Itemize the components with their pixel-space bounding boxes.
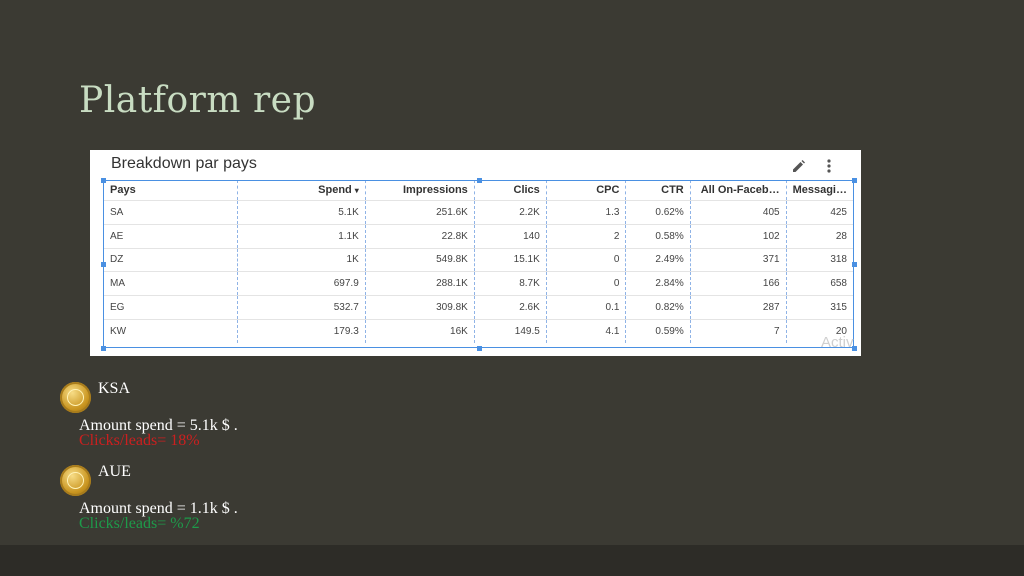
medal-icon [60,465,91,496]
resize-handle[interactable] [852,262,857,267]
note-country-label: KSA [98,380,131,397]
slide-title: Platform rep [79,80,317,121]
report-card[interactable]: Breakdown par pays Pays Spend ▾ Impressio… [90,150,861,356]
note-clicks-leads: Clicks/leads= 18% [79,432,200,449]
report-title: Breakdown par pays [111,155,257,172]
resize-handle[interactable] [101,346,106,351]
note-clicks-leads: Clicks/leads= %72 [79,515,200,532]
edit-pencil-icon[interactable] [789,156,809,176]
selection-frame[interactable] [103,180,854,348]
more-vert-icon[interactable] [819,156,839,176]
resize-handle[interactable] [101,262,106,267]
resize-handle[interactable] [101,178,106,183]
resize-handle[interactable] [852,178,857,183]
note-country-label: AUE [98,463,131,480]
resize-handle[interactable] [477,346,482,351]
watermark-text: Activ [821,334,854,351]
medal-icon [60,382,91,413]
report-toolbar [789,156,839,176]
resize-handle[interactable] [477,178,482,183]
bottom-band [0,545,1024,576]
